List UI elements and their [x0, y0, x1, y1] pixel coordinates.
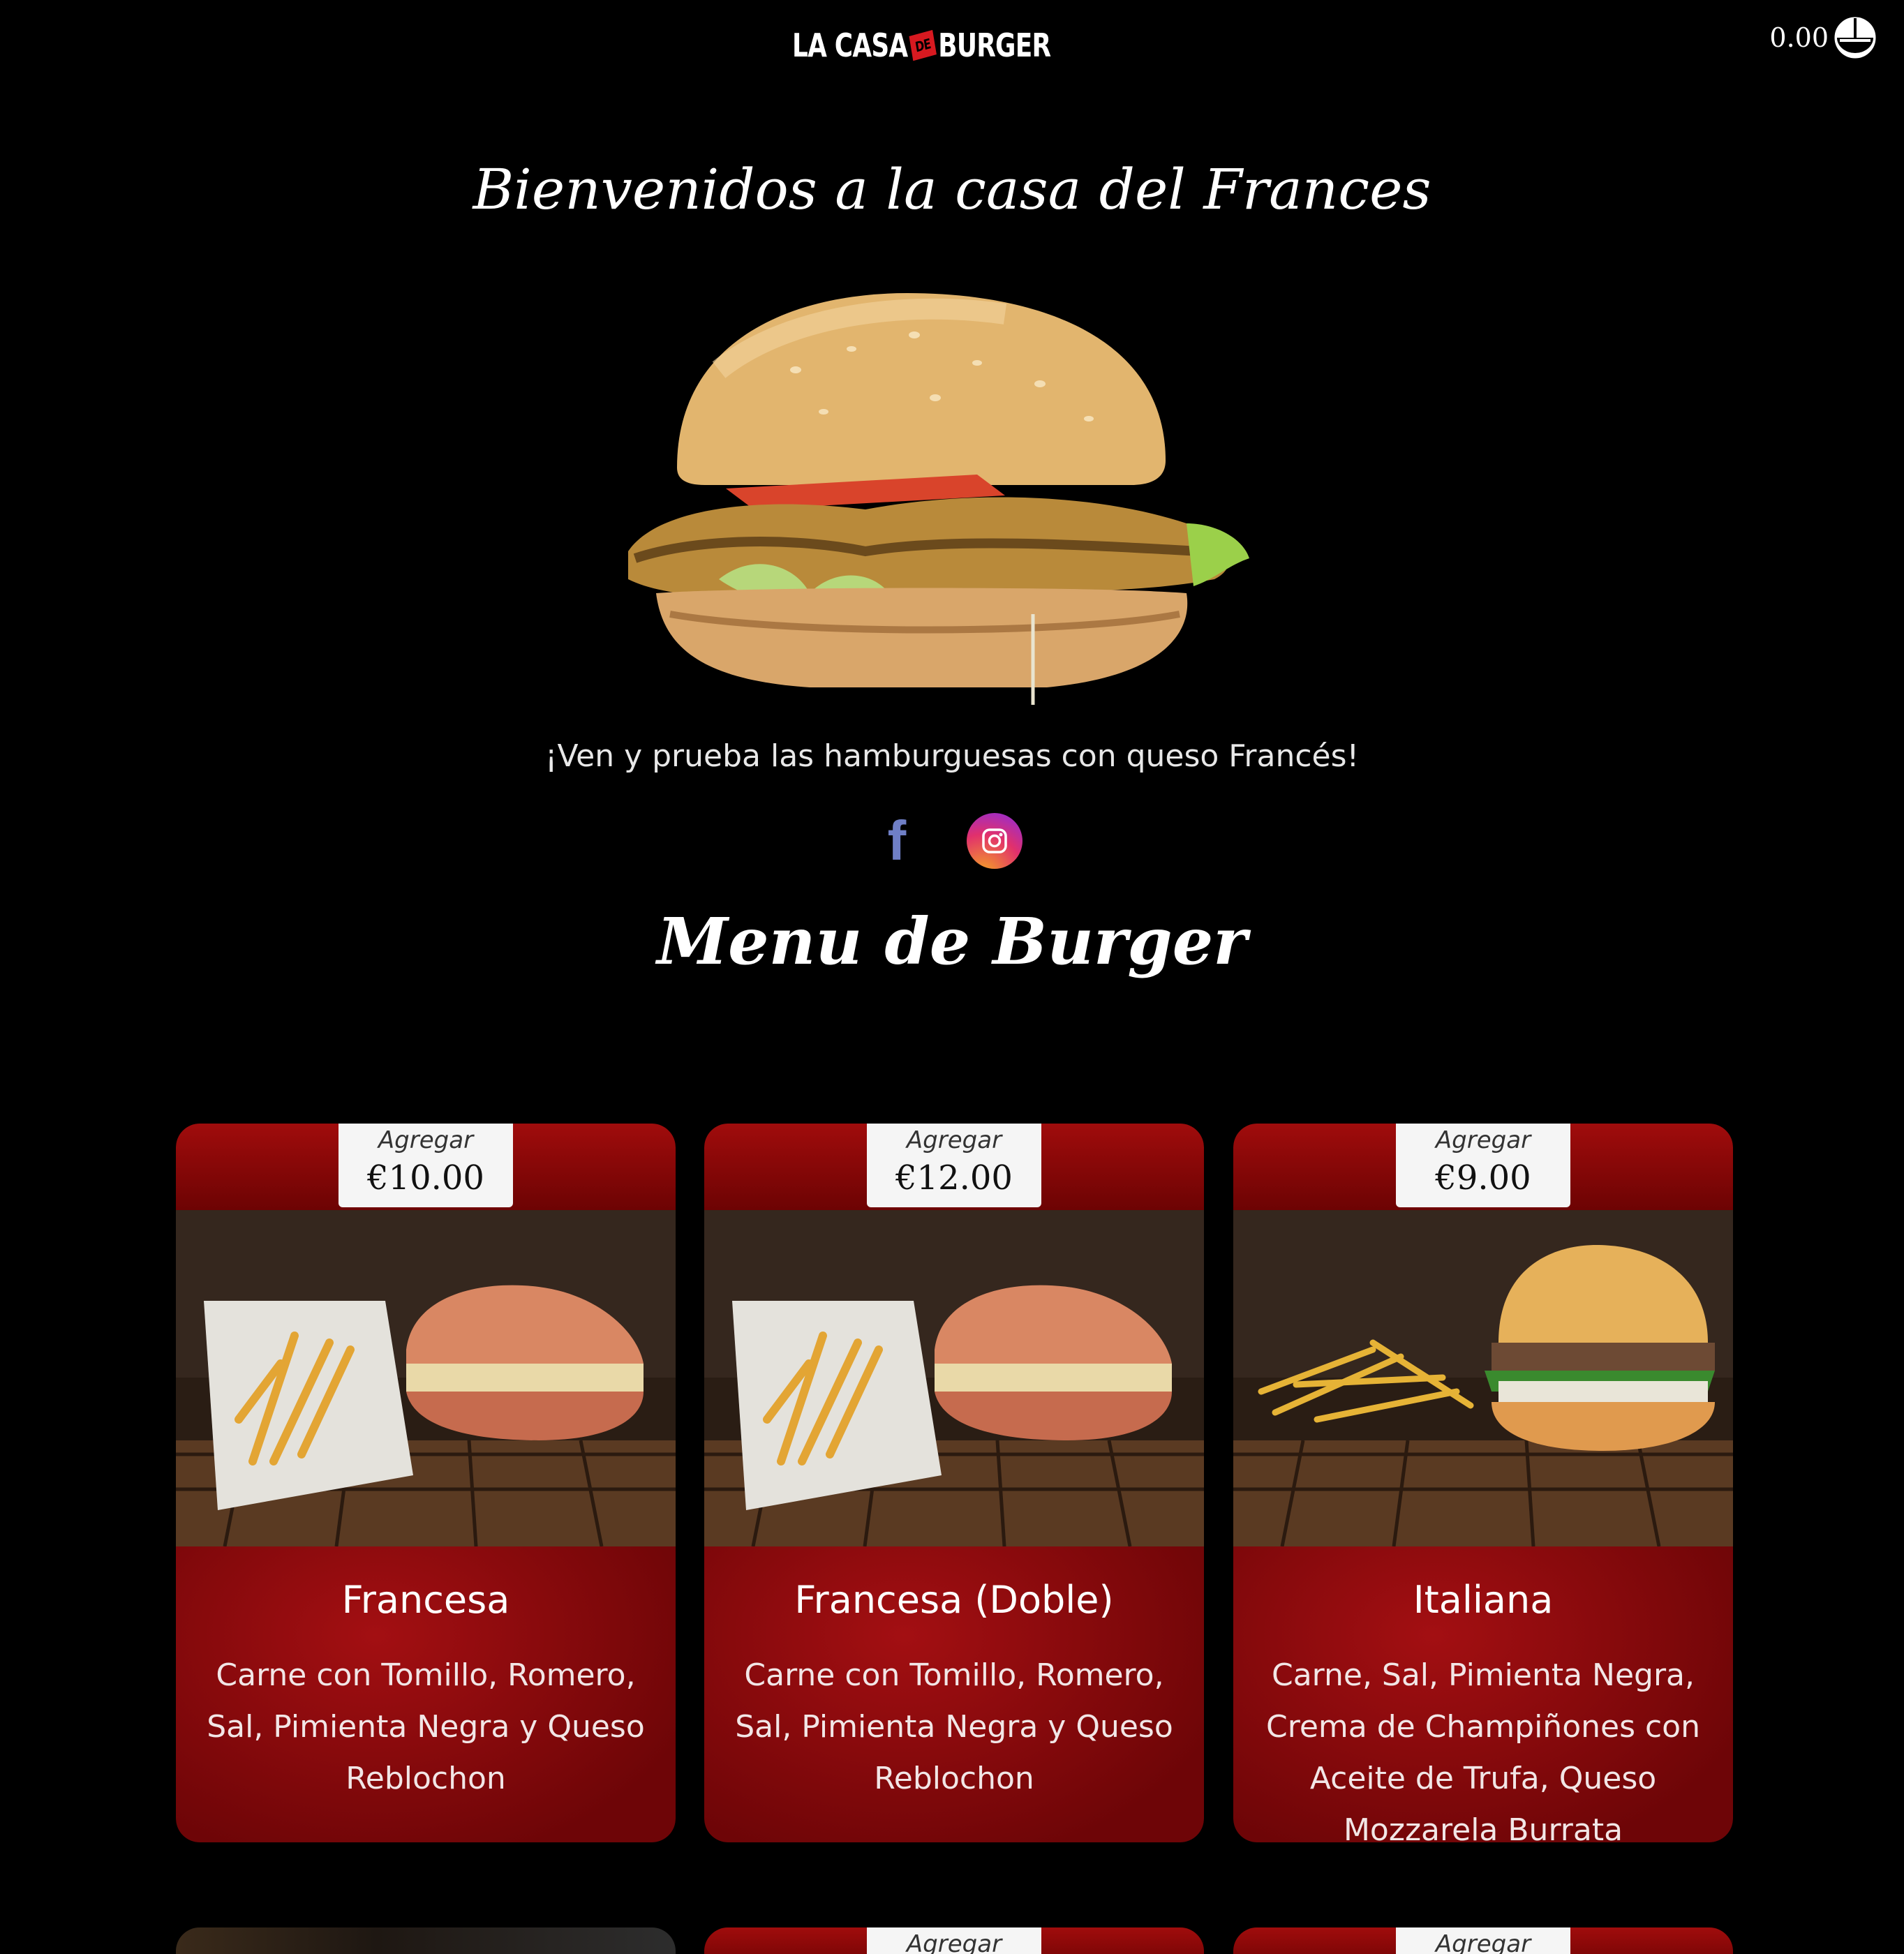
item-image: [176, 1210, 676, 1546]
card-header: Agregar €10.00: [176, 1124, 676, 1210]
menu-title: Menu de Burger: [657, 904, 1247, 979]
item-name: Francesa: [341, 1578, 510, 1622]
item-name: Francesa (Doble): [794, 1578, 1114, 1622]
add-to-cart-button[interactable]: Agregar: [1396, 1927, 1570, 1954]
social-links: f: [876, 813, 1022, 869]
add-label: Agregar: [1435, 1930, 1531, 1954]
welcome-title: Bienvenidos a la casa del Frances: [473, 157, 1431, 222]
tagline: ¡Ven y prueba las hamburguesas con queso…: [544, 738, 1360, 774]
item-image: [1233, 1210, 1733, 1546]
add-to-cart-button[interactable]: Agregar €10.00: [339, 1124, 513, 1207]
add-label: Agregar: [1435, 1126, 1531, 1154]
item-price: €10.00: [367, 1158, 484, 1198]
menu-item-card: Agregar €12.00 Francesa (Doble) Carne co…: [704, 1124, 1204, 1842]
add-to-cart-button[interactable]: Agregar: [867, 1927, 1041, 1954]
card-body: Italiana Carne, Sal, Pimienta Negra, Cre…: [1233, 1546, 1733, 1842]
card-header: Agregar €9.00: [1233, 1124, 1733, 1210]
item-name: Italiana: [1413, 1578, 1554, 1622]
hero-burger-image: [628, 293, 1249, 705]
add-to-cart-button[interactable]: Agregar €12.00: [867, 1124, 1041, 1207]
item-price: €9.00: [1435, 1158, 1531, 1198]
card-body: Francesa Carne con Tomillo, Romero, Sal,…: [176, 1546, 676, 1842]
item-description: Carne con Tomillo, Romero, Sal, Pimienta…: [735, 1657, 1173, 1796]
menu-item-card: Agregar €9.00 Italiana Carne, Sal, Pimie…: [1233, 1124, 1733, 1842]
logo-text-burger: BURGER: [938, 27, 1051, 64]
site-logo[interactable]: LA CASA DE BURGER: [792, 27, 1051, 64]
card-header: Agregar €12.00: [704, 1124, 1204, 1210]
menu-item-card: Agregar €10.00 Francesa Carne con Tomill…: [176, 1124, 676, 1842]
facebook-icon[interactable]: f: [876, 813, 918, 869]
menu-item-card-partial: Agregar: [1233, 1927, 1733, 1954]
logo-text-de: DE: [909, 29, 937, 61]
item-description: Carne con Tomillo, Romero, Sal, Pimienta…: [207, 1657, 645, 1796]
menu-item-card-partial: Agregar: [704, 1927, 1204, 1954]
add-label: Agregar: [378, 1126, 474, 1154]
add-label: Agregar: [906, 1126, 1002, 1154]
item-price: €12.00: [895, 1158, 1013, 1198]
cart-total: 0.00: [1769, 22, 1829, 53]
cart-bowl-icon: [1832, 15, 1878, 61]
logo-text-la-casa: LA CASA: [792, 27, 908, 64]
instagram-icon[interactable]: [967, 813, 1022, 869]
cart-button[interactable]: 0.00: [1769, 14, 1879, 61]
card-body: Francesa (Doble) Carne con Tomillo, Rome…: [704, 1546, 1204, 1842]
item-image: [704, 1210, 1204, 1546]
add-to-cart-button[interactable]: Agregar €9.00: [1396, 1124, 1570, 1207]
page: LA CASA DE BURGER 0.00 Bienvenidos a la …: [0, 0, 1904, 1954]
add-label: Agregar: [906, 1930, 1002, 1954]
menu-item-card-partial: [176, 1927, 676, 1954]
item-description: Carne, Sal, Pimienta Negra, Crema de Cha…: [1266, 1657, 1700, 1842]
